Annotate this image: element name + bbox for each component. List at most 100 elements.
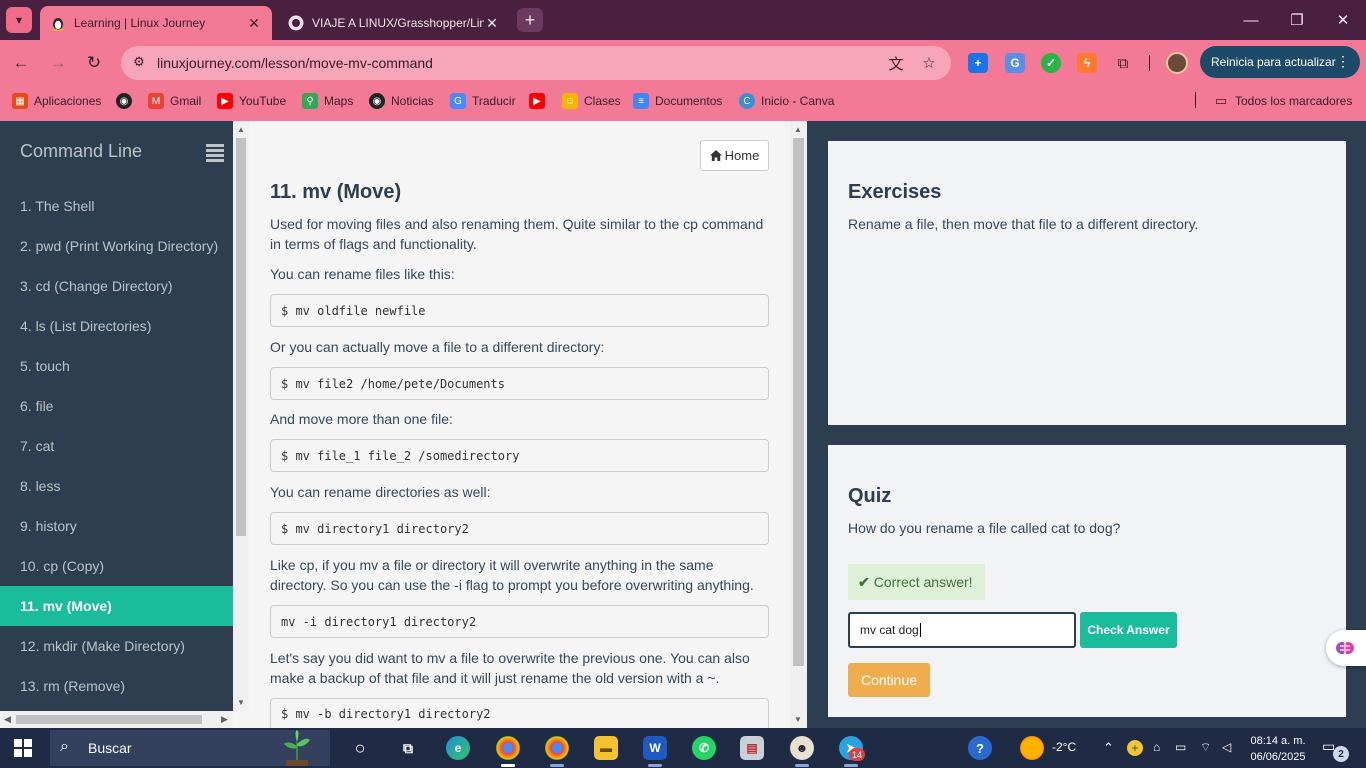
bookmark-traducir[interactable]: G Traducir	[450, 92, 516, 110]
scrollbar-thumb[interactable]	[236, 138, 246, 536]
sidebar-item-pwd[interactable]: 2. pwd (Print Working Directory)	[0, 226, 233, 266]
extension-plus-icon[interactable]: +	[968, 53, 988, 73]
bookmark-gmail[interactable]: M Gmail	[148, 92, 201, 110]
tab-search-button[interactable]: ▾	[6, 7, 32, 33]
scrollbar-thumb[interactable]	[16, 715, 202, 724]
lesson-paragraph: Let's say you did want to mv a file to o…	[270, 650, 750, 686]
restore-icon[interactable]: ❐	[1274, 0, 1320, 40]
tray-app-icon[interactable]: +	[1127, 740, 1143, 756]
scroll-up-arrow-icon[interactable]: ▲	[794, 125, 802, 134]
taskbar-clock[interactable]: 08:14 a. m. 06/06/2025	[1246, 733, 1310, 765]
lesson-inner-scrollbar[interactable]: ▲ ▼	[233, 121, 249, 711]
sidebar-item-history[interactable]: 9. history	[0, 506, 233, 546]
page-vertical-scrollbar[interactable]: ▲ ▼	[790, 121, 807, 728]
answer-input[interactable]: mv cat dog	[848, 612, 1076, 648]
canva-icon: C	[739, 93, 755, 109]
translate-icon[interactable]: 文	[886, 53, 906, 73]
bookmark-documentos[interactable]: ≡ Documentos	[633, 92, 722, 110]
floating-extension-button[interactable]	[1326, 630, 1366, 666]
back-arrow-icon[interactable]: ←	[10, 52, 32, 74]
sidebar-item-mv[interactable]: 11. mv (Move)	[0, 586, 233, 626]
profile-avatar[interactable]	[1166, 52, 1188, 74]
telegram-badge: 14	[849, 748, 865, 761]
bookmark-aplicaciones[interactable]: ▦ Aplicaciones	[12, 92, 101, 110]
wifi-icon[interactable]: ⌔	[1200, 740, 1211, 755]
chrome-profile-icon[interactable]	[545, 736, 569, 760]
notification-center-icon[interactable]: ▭ 2	[1322, 738, 1349, 762]
sidebar-item-ls[interactable]: 4. ls (List Directories)	[0, 306, 233, 346]
sidebar-horizontal-scrollbar[interactable]: ◀ ▶	[0, 711, 233, 728]
code-block: $ mv file_1 file_2 /somedirectory	[270, 439, 769, 472]
battery-icon[interactable]: ▭	[1175, 740, 1186, 754]
hamburger-menu-icon[interactable]	[206, 144, 224, 162]
reload-icon[interactable]: ↻	[83, 52, 105, 74]
task-view-icon[interactable]: ⧉	[396, 736, 420, 760]
close-tab-icon[interactable]: ✕	[246, 15, 262, 32]
scroll-right-arrow-icon[interactable]: ▶	[221, 714, 228, 725]
app-avatar-icon[interactable]: ☻	[790, 736, 814, 760]
lesson-paragraph: Used for moving files and also renaming …	[270, 216, 764, 252]
tab-github[interactable]: VIAJE A LINUX/Grasshopper/Linux ✕	[278, 6, 510, 40]
site-settings-icon[interactable]: ⚙	[130, 53, 148, 71]
tab-linux-journey[interactable]: Learning | Linux Journey ✕	[40, 6, 272, 40]
file-explorer-icon[interactable]: ▬	[594, 736, 618, 760]
sidebar-item-rm[interactable]: 13. rm (Remove)	[0, 666, 233, 706]
check-extension-icon[interactable]: ✓	[1041, 53, 1061, 73]
new-tab-button[interactable]: +	[517, 8, 543, 32]
close-window-icon[interactable]: ✕	[1320, 0, 1366, 40]
scroll-left-arrow-icon[interactable]: ◀	[4, 714, 11, 725]
bookmark-youtube-2[interactable]: ▶	[529, 92, 551, 110]
scroll-down-arrow-icon[interactable]: ▼	[237, 698, 245, 707]
forward-arrow-icon[interactable]: →	[47, 52, 69, 74]
sidebar-item-less[interactable]: 8. less	[0, 466, 233, 506]
bookmark-canva[interactable]: C Inicio - Canva	[739, 92, 834, 110]
google-translate-extension-icon[interactable]: G	[1005, 53, 1025, 73]
globe-icon: ◉	[369, 93, 385, 109]
sidebar-item-touch[interactable]: 5. touch	[0, 346, 233, 386]
bookmark-youtube[interactable]: ▶ YouTube	[217, 92, 286, 110]
scroll-down-arrow-icon[interactable]: ▼	[794, 715, 802, 724]
weather-sun-icon[interactable]	[1020, 736, 1044, 760]
code-block: mv -i directory1 directory2	[270, 605, 769, 638]
scrollbar-thumb[interactable]	[793, 138, 804, 666]
text-caret	[919, 623, 921, 637]
sidebar-item-cd[interactable]: 3. cd (Change Directory)	[0, 266, 233, 306]
bookmark-maps[interactable]: ⚲ Maps	[302, 92, 353, 110]
sidebar-item-cat[interactable]: 7. cat	[0, 426, 233, 466]
sidebar-item-file[interactable]: 6. file	[0, 386, 233, 426]
notification-count: 2	[1333, 746, 1349, 762]
all-bookmarks[interactable]: ▭ Todos los marcadores	[1213, 92, 1353, 110]
update-button[interactable]: Reinicia para actualizar ⋮	[1200, 46, 1360, 78]
sidebar-item-mkdir[interactable]: 12. mkdir (Make Directory)	[0, 626, 233, 666]
answer-value: mv cat dog	[860, 623, 919, 637]
help-icon[interactable]: ?	[968, 736, 992, 760]
volume-icon[interactable]: ◁	[1222, 740, 1231, 754]
url-text[interactable]: linuxjourney.com/lesson/move-mv-command	[157, 55, 433, 71]
cortana-icon[interactable]: ○	[348, 736, 372, 760]
bookmarks-divider	[1195, 92, 1196, 108]
close-tab-icon[interactable]: ✕	[484, 15, 500, 32]
word-icon[interactable]: W	[643, 736, 667, 760]
whatsapp-icon[interactable]: ✆	[692, 736, 716, 760]
bolt-extension-icon[interactable]: ϟ	[1077, 53, 1097, 73]
bookmark-clases[interactable]: ☺ Clases	[562, 92, 621, 110]
extensions-puzzle-icon[interactable]: ⧉	[1113, 53, 1133, 73]
windows-start-icon[interactable]	[14, 739, 32, 757]
store-icon[interactable]: ▤	[740, 736, 764, 760]
sidebar-item-cp[interactable]: 10. cp (Copy)	[0, 546, 233, 586]
chrome-icon[interactable]	[496, 736, 520, 760]
minimize-icon[interactable]: —	[1228, 0, 1274, 40]
edge-icon[interactable]: e	[446, 736, 470, 760]
check-answer-button[interactable]: Check Answer	[1080, 612, 1177, 648]
bookmark-noticias[interactable]: ◉ Noticias	[369, 92, 434, 110]
bookmark-star-icon[interactable]: ☆	[919, 53, 939, 73]
show-hidden-icons-chevron-icon[interactable]: ⌃	[1103, 740, 1114, 756]
maps-pin-icon: ⚲	[302, 93, 318, 109]
weather-temp[interactable]: -2°C	[1052, 740, 1076, 754]
scroll-up-arrow-icon[interactable]: ▲	[237, 125, 245, 134]
device-icon[interactable]: ⌂	[1153, 740, 1160, 754]
continue-button[interactable]: Continue	[848, 663, 930, 697]
sidebar-item-the-shell[interactable]: 1. The Shell	[0, 186, 233, 226]
home-button[interactable]: Home	[700, 140, 769, 171]
bookmark-chrome[interactable]: ◉	[116, 92, 138, 110]
